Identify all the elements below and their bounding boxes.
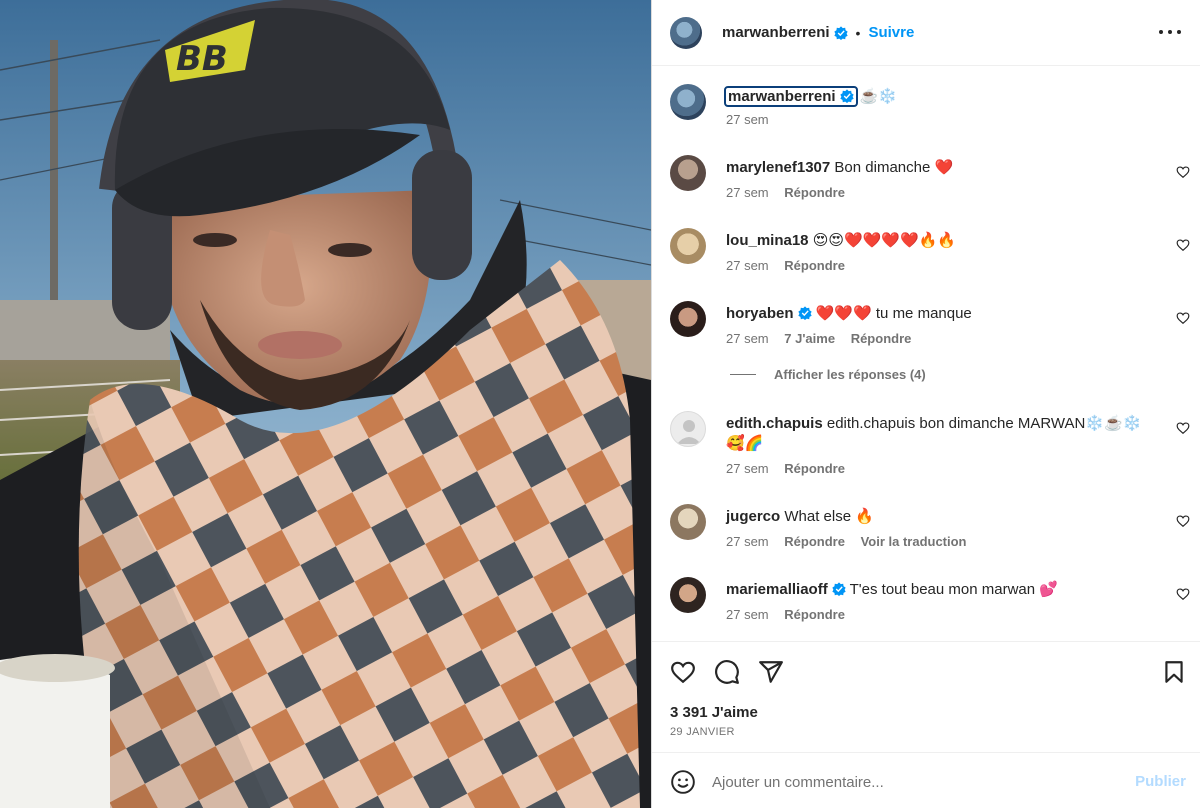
comment-bubble-icon[interactable] xyxy=(714,659,740,685)
comment-time: 27 sem xyxy=(726,331,769,346)
more-options-icon[interactable] xyxy=(1159,22,1181,42)
verified-badge-icon xyxy=(832,582,846,596)
comment-item: jugerco What else 🔥 27 sem Répondre Voir… xyxy=(670,504,1190,554)
paper-plane-icon[interactable] xyxy=(758,659,784,685)
comment-text: Bon dimanche ❤️ xyxy=(834,159,954,176)
comment-avatar[interactable] xyxy=(670,504,706,540)
comment-username[interactable]: edith.chapuis xyxy=(726,415,823,432)
comment-like-heart-icon[interactable] xyxy=(1176,587,1190,601)
comment-item: lou_mina18 😍😍❤️❤️❤️❤️🔥🔥 27 sem Répondre xyxy=(670,228,1190,278)
comment-text: What else 🔥 xyxy=(784,508,874,525)
comment-time: 27 sem xyxy=(726,607,769,622)
bookmark-icon[interactable] xyxy=(1161,659,1187,685)
comment-avatar[interactable] xyxy=(670,577,706,613)
comment-avatar[interactable] xyxy=(670,228,706,264)
comment-avatar[interactable] xyxy=(670,155,706,191)
likes-count[interactable]: 3 391 J'aime xyxy=(670,704,758,721)
follow-button[interactable]: Suivre xyxy=(868,24,914,41)
post-caption: marwanberreni ☕️❄️ 27 sem xyxy=(670,84,1190,144)
reply-button[interactable]: Répondre xyxy=(784,607,845,622)
header-separator: • xyxy=(855,24,861,41)
comment-username[interactable]: lou_mina18 xyxy=(726,232,809,249)
see-translation-button[interactable]: Voir la traduction xyxy=(861,534,967,549)
comment-item: edith.chapuis edith.chapuis bon dimanche… xyxy=(670,411,1190,481)
replies-divider xyxy=(730,374,756,375)
post-date[interactable]: 29 JANVIER xyxy=(670,726,735,738)
selfie-illustration: BB xyxy=(0,0,651,808)
post-photo[interactable]: BB xyxy=(0,0,651,808)
comment-likes-count[interactable]: 7 J'aime xyxy=(784,331,835,346)
comment-like-heart-icon[interactable] xyxy=(1176,514,1190,528)
reply-button[interactable]: Répondre xyxy=(784,461,845,476)
comment-item: marylenef1307 Bon dimanche ❤️ 27 sem Rép… xyxy=(670,155,1190,205)
caption-time: 27 sem xyxy=(726,112,769,127)
post-actions: 3 391 J'aime 29 JANVIER xyxy=(652,641,1200,752)
comment-time: 27 sem xyxy=(726,461,769,476)
comment-like-heart-icon[interactable] xyxy=(1176,311,1190,325)
comment-item: mariemalliaoff T'es tout beau mon marwan… xyxy=(670,577,1190,627)
comment-avatar[interactable] xyxy=(670,301,706,337)
verified-badge-icon xyxy=(833,25,848,40)
comment-item: horyaben ❤️❤️❤️ tu me manque 27 sem 7 J'… xyxy=(670,301,1190,351)
caption-text: ☕️❄️ xyxy=(859,88,898,105)
add-comment-bar: Publier xyxy=(652,752,1200,808)
caption-username[interactable]: marwanberreni xyxy=(724,86,858,107)
comment-avatar[interactable] xyxy=(670,411,706,447)
caption-avatar[interactable] xyxy=(670,84,706,120)
heart-icon[interactable] xyxy=(670,659,696,685)
comment-text: 😍😍❤️❤️❤️❤️🔥🔥 xyxy=(812,232,957,249)
cap-logo-text: BB xyxy=(176,39,228,79)
verified-badge-icon xyxy=(839,89,854,103)
comment-like-heart-icon[interactable] xyxy=(1176,421,1190,435)
comment-text: T'es tout beau mon marwan 💕 xyxy=(849,581,1058,598)
comment-time: 27 sem xyxy=(726,534,769,549)
post-header: marwanberreni • Suivre xyxy=(652,0,1200,66)
reply-button[interactable]: Répondre xyxy=(784,258,845,273)
reply-button[interactable]: Répondre xyxy=(784,534,845,549)
author-username[interactable]: marwanberreni xyxy=(722,24,830,41)
post-sidebar: marwanberreni • Suivre marwanberreni ☕️❄… xyxy=(651,0,1200,808)
comment-time: 27 sem xyxy=(726,185,769,200)
comment-like-heart-icon[interactable] xyxy=(1176,165,1190,179)
comment-username[interactable]: marylenef1307 xyxy=(726,159,830,176)
comment-text: ❤️❤️❤️ tu me manque xyxy=(815,305,972,322)
comment-like-heart-icon[interactable] xyxy=(1176,238,1190,252)
comments-list[interactable]: marwanberreni ☕️❄️ 27 sem marylenef1307 … xyxy=(652,67,1200,641)
comment-input[interactable] xyxy=(712,767,1112,797)
verified-badge-icon xyxy=(797,306,812,320)
comment-username[interactable]: jugerco xyxy=(726,508,780,525)
post-modal: BB marwanberreni • Suivre marwanberreni … xyxy=(0,0,1200,808)
reply-button[interactable]: Répondre xyxy=(851,331,912,346)
author-avatar[interactable] xyxy=(670,16,702,49)
reply-button[interactable]: Répondre xyxy=(784,185,845,200)
view-replies-label: Afficher les réponses (4) xyxy=(774,367,926,382)
view-replies-button[interactable]: Afficher les réponses (4) xyxy=(730,367,926,382)
publish-button[interactable]: Publier xyxy=(1135,773,1186,790)
comment-username[interactable]: mariemalliaoff xyxy=(726,581,828,598)
comment-time: 27 sem xyxy=(726,258,769,273)
emoji-smile-icon[interactable] xyxy=(670,769,696,795)
default-avatar-icon xyxy=(677,420,701,444)
comment-username[interactable]: horyaben xyxy=(726,305,794,322)
